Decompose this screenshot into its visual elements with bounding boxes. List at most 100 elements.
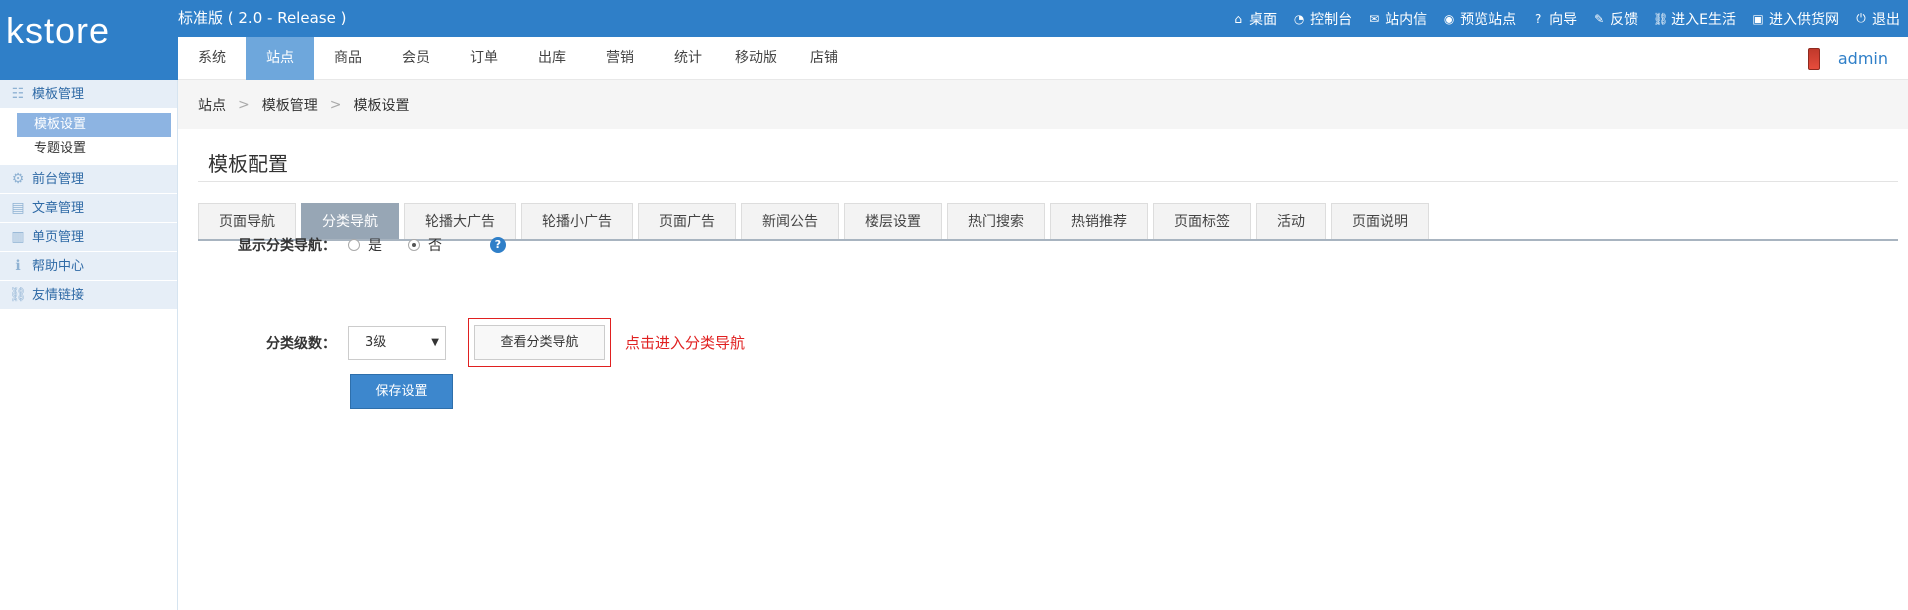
radio-no-label: 否 (428, 238, 442, 254)
tab[interactable]: 活动 (1256, 203, 1326, 239)
radio-no[interactable] (408, 239, 420, 251)
username-link[interactable]: admin (1838, 49, 1888, 68)
version-label: 标准版 ( 2.0 - Release ) (178, 9, 347, 27)
tab[interactable]: 页面标签 (1153, 203, 1251, 239)
eye-icon: ◉ (1443, 11, 1455, 26)
toplink-label: 站内信 (1385, 11, 1428, 28)
inbox-icon: ▣ (1752, 11, 1764, 26)
chain-icon: ⛓ (9, 286, 27, 303)
toplink-dashboard[interactable]: ◔ 控制台 (1292, 9, 1352, 29)
tab[interactable]: 热销推荐 (1050, 203, 1148, 239)
level-select[interactable]: 3级 ▼ (348, 325, 446, 360)
hint-text: 点击进入分类导航 (625, 334, 746, 352)
document-icon: ▤ (11, 199, 25, 216)
breadcrumb: 站点 > 模板管理 > 模板设置 (178, 80, 1908, 129)
home-icon: ⌂ (1234, 11, 1242, 26)
sidebar: ☷ 模板管理模板设置 专题设置 ⚙ 前台管理 ▤ 文章管理 ▥ 单页管理 ℹ 帮助中心 ⛓ 友情链接 (0, 80, 178, 610)
toplink-label: 退出 (1872, 11, 1900, 28)
menu-item[interactable]: 站点 (246, 37, 314, 80)
sidebar-group[interactable]: ▤ 文章管理 (0, 194, 177, 223)
top-links: ⌂ 桌面 ◔ 控制台 ✉ 站内信 ◉ 预览站点? 向导 ✎ 反馈 ⛓ 进入E生活 ▣ 进入供货网 ⏻ 退出 (1231, 0, 1900, 37)
sidebar-group[interactable]: ▥ 单页管理 (0, 223, 177, 252)
highlight-box: 查看分类导航 (468, 318, 611, 367)
menu-item[interactable]: 商品 (314, 37, 382, 80)
tab[interactable]: 页面说明 (1331, 203, 1429, 239)
sidebar-submenu: 模板设置 专题设置 (0, 109, 177, 165)
list-icon: ☷ (11, 85, 25, 102)
toplink-label: 反馈 (1610, 11, 1639, 28)
logo-text: kstore (6, 10, 111, 51)
tab[interactable]: 页面广告 (638, 203, 736, 239)
menu-item[interactable]: 系统 (178, 37, 246, 80)
menu-item[interactable]: 订单 (450, 37, 518, 80)
toplink-home[interactable]: ⌂ 桌面 (1231, 9, 1277, 29)
tab[interactable]: 楼层设置 (844, 203, 942, 239)
page-icon: ▥ (11, 228, 25, 245)
sidebar-group-label: 帮助中心 (32, 258, 85, 274)
level-label: 分类级数： (266, 335, 336, 352)
menu-item[interactable]: 会员 (382, 37, 450, 80)
link-icon: ⛓ (1653, 11, 1669, 26)
radio-yes-label: 是 (368, 238, 382, 254)
title-divider (198, 181, 1898, 182)
info-icon: ℹ (15, 257, 21, 274)
edit-icon: ✎ (1594, 11, 1605, 26)
menu-item[interactable]: 营销 (586, 37, 654, 80)
toplink-eye[interactable]: ◉ 预览站点 (1442, 9, 1516, 29)
toplink-label: 向导 (1549, 11, 1578, 28)
sidebar-group[interactable]: ⚙ 前台管理 (0, 165, 177, 194)
tab[interactable]: 轮播小广告 (521, 203, 633, 239)
sidebar-group-label: 模板管理 (32, 86, 85, 102)
sidebar-item[interactable]: 专题设置 (0, 137, 177, 161)
sidebar-item[interactable]: 模板设置 (17, 113, 171, 137)
view-category-nav-button[interactable]: 查看分类导航 (474, 325, 605, 360)
toplink-edit[interactable]: ✎ 反馈 (1592, 9, 1638, 29)
sidebar-group[interactable]: ℹ 帮助中心 (0, 252, 177, 281)
sidebar-group-label: 文章管理 (32, 200, 85, 216)
sidebar-group-label: 友情链接 (32, 287, 85, 303)
level-row: 分类级数： 3级 ▼ 查看分类导航 点击进入分类导航 (218, 318, 745, 367)
sidebar-group-label: 单页管理 (32, 229, 85, 245)
toplink-label: 预览站点 (1460, 11, 1517, 28)
power-icon: ⏻ (1856, 11, 1866, 25)
breadcrumb-separator: > (238, 96, 250, 113)
level-select-value: 3级 (365, 334, 387, 350)
question-icon: ? (1534, 11, 1542, 26)
menu-item[interactable]: 统计 (654, 37, 722, 80)
help-icon[interactable]: ? (490, 237, 506, 253)
logo[interactable]: kstore (0, 0, 178, 80)
breadcrumb-separator: > (329, 96, 342, 113)
show-nav-row: 显示分类导航： 是 否 ? (218, 234, 506, 256)
toplink-inbox[interactable]: ▣ 进入供货网 (1751, 9, 1839, 29)
main-menu-bar: 系统 站点 商品 会员 订单 出库 营销 统计 移动版 店铺 admin (178, 37, 1908, 80)
toplink-power[interactable]: ⏻ 退出 (1854, 9, 1900, 29)
menu-item[interactable]: 移动版 (722, 37, 790, 80)
mail-icon: ✉ (1369, 11, 1380, 26)
menu-item[interactable]: 出库 (518, 37, 586, 80)
dashboard-icon: ◔ (1293, 11, 1305, 26)
main-menu: 系统 站点 商品 会员 订单 出库 营销 统计 移动版 店铺 (178, 37, 1908, 80)
toplink-label: 进入E生活 (1671, 11, 1736, 28)
tab[interactable]: 热门搜索 (947, 203, 1045, 239)
mobile-phone-icon[interactable] (1807, 47, 1820, 70)
page-title: 模板配置 (208, 152, 288, 176)
user-area: admin (1807, 37, 1888, 80)
toplink-label: 控制台 (1310, 11, 1353, 28)
save-button[interactable]: 保存设置 (350, 374, 453, 409)
toplink-link[interactable]: ⛓ 进入E生活 (1653, 9, 1736, 29)
sidebar-group[interactable]: ⛓ 友情链接 (0, 281, 177, 310)
toplink-mail[interactable]: ✉ 站内信 (1367, 9, 1427, 29)
menu-item[interactable]: 店铺 (790, 37, 858, 80)
show-nav-label: 显示分类导航： (238, 238, 336, 254)
toplink-label: 桌面 (1249, 11, 1278, 28)
gear-icon: ⚙ (11, 170, 25, 187)
sidebar-group[interactable]: ☷ 模板管理 (0, 80, 177, 109)
breadcrumb-item: 模板设置 (353, 97, 410, 114)
toplink-question[interactable]: ? 向导 (1531, 9, 1577, 29)
radio-yes[interactable] (348, 239, 360, 251)
tab[interactable]: 新闻公告 (741, 203, 839, 239)
breadcrumb-item[interactable]: 站点 (198, 95, 226, 115)
sidebar-group-label: 前台管理 (32, 171, 85, 187)
toplink-label: 进入供货网 (1769, 11, 1839, 28)
breadcrumb-item[interactable]: 模板管理 (262, 95, 318, 115)
